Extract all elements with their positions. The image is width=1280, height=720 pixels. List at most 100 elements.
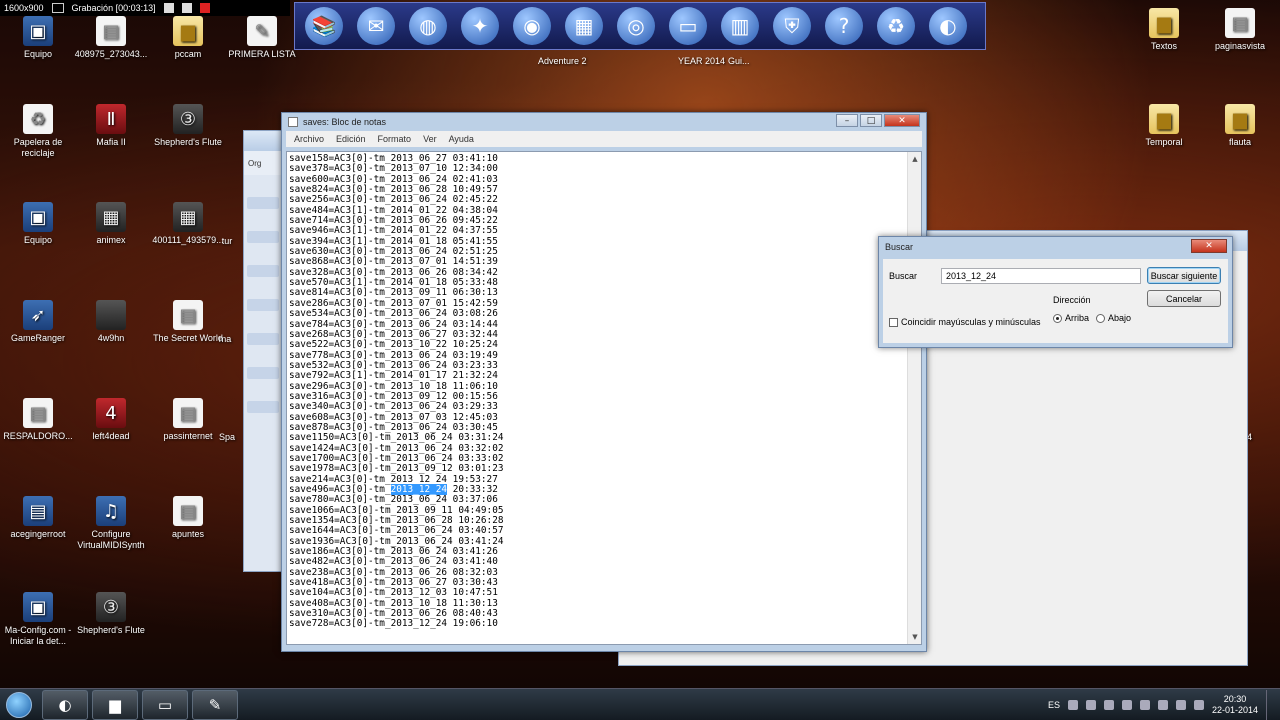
tray-icon-2[interactable] (1085, 700, 1096, 710)
help-icon[interactable]: ? (825, 7, 863, 45)
desktop-icon[interactable]: 4w9hn (73, 300, 149, 344)
taskbar-firefox-button[interactable]: ◐ (42, 689, 88, 720)
show-desktop-button[interactable] (1266, 690, 1276, 720)
speaker-icon[interactable]: ◉ (513, 7, 551, 45)
joystick-icon[interactable]: ✦ (461, 7, 499, 45)
desktop-icon[interactable]: ▤ paginasvista (1202, 8, 1278, 52)
desktop-icon[interactable]: ▆ Temporal (1126, 104, 1202, 148)
network-icon[interactable] (1139, 700, 1150, 710)
desktop-icon-image: ▤ (173, 398, 203, 428)
desktop-icon[interactable]: ▤ apuntes (150, 496, 226, 540)
clapperboard-icon[interactable]: ▦ (565, 7, 603, 45)
firefox-icon[interactable]: ◐ (929, 7, 967, 45)
desktop-icon[interactable]: ▣ Equipo (0, 202, 76, 246)
desktop-icon-image: ▆ (1225, 104, 1255, 134)
desktop-icon-image: ▤ (23, 496, 53, 526)
cancel-button[interactable]: Cancelar (1147, 290, 1221, 307)
scroll-up-icon[interactable]: ▲ (908, 152, 921, 166)
find-dialog[interactable]: Buscar ✕ Buscar 2013_12_24 Buscar siguie… (878, 236, 1233, 348)
match-case-checkbox[interactable]: Coincidir mayúsculas y minúsculas (889, 317, 1041, 327)
find-input[interactable]: 2013_12_24 (941, 268, 1141, 284)
desktop-icon[interactable]: ▦ animex (73, 202, 149, 246)
start-button[interactable] (0, 689, 38, 720)
desktop-icon-image: ▤ (1225, 8, 1255, 38)
tray-icon-6[interactable] (1193, 700, 1204, 710)
maximize-button[interactable]: □ (860, 114, 882, 127)
radio-up[interactable]: Arriba (1053, 313, 1089, 323)
find-next-button[interactable]: Buscar siguiente (1147, 267, 1221, 284)
close-button[interactable]: ✕ (884, 114, 920, 127)
desktop-icon[interactable]: ▆ flauta (1202, 104, 1278, 148)
desktop-icon[interactable]: ma (210, 334, 240, 345)
notepad-window[interactable]: saves: Bloc de notas – □ ✕ Archivo Edició… (281, 112, 927, 652)
books-icon[interactable]: 📚 (305, 7, 343, 45)
desktop-icon[interactable]: ♻ Papelera de reciclaje (0, 104, 76, 159)
radio-up-dot[interactable] (1053, 313, 1062, 323)
desktop-icon-label: Configure VirtualMIDISynth (77, 529, 145, 550)
tray-icon-1[interactable] (1067, 700, 1078, 710)
desktop-icon[interactable]: Spa (212, 432, 242, 443)
minimize-button[interactable]: – (836, 114, 858, 127)
taskbar-paint-button[interactable]: ✎ (192, 689, 238, 720)
desktop-icon[interactable]: ③ Shepherd's Flute (150, 104, 226, 148)
stop-icon[interactable] (199, 3, 210, 13)
desktop-icon[interactable]: ▣ Equipo (0, 16, 76, 60)
match-case-box[interactable] (889, 317, 898, 327)
scroll-down-icon[interactable]: ▼ (908, 630, 921, 644)
desktop-icon-label: RESPALDORO... (3, 431, 73, 441)
computer-icon[interactable]: ▭ (669, 7, 707, 45)
explorer-window[interactable]: Org (243, 130, 283, 572)
radio-down[interactable]: Abajo (1096, 313, 1131, 323)
camera-icon[interactable] (163, 3, 174, 13)
desktop-icon[interactable]: ③ Shepherd's Flute (73, 592, 149, 636)
desktop-icon[interactable]: tur (212, 236, 242, 247)
desktop-icon[interactable]: 4 left4dead (73, 398, 149, 442)
find-dialog-titlebar[interactable]: Buscar (879, 237, 1232, 257)
disc-icon[interactable]: ◎ (617, 7, 655, 45)
taskbar-window-button[interactable]: ▭ (142, 689, 188, 720)
desktop-icon[interactable]: ▤ 408975_273043... (73, 16, 149, 60)
notepad-titlebar[interactable]: saves: Bloc de notas (282, 113, 926, 131)
radio-down-label: Abajo (1108, 313, 1132, 323)
desktop-icon[interactable]: ➶ GameRanger (0, 300, 76, 344)
globe-icon[interactable]: ◍ (409, 7, 447, 45)
search-highlight: 2013_12_24 (390, 484, 448, 495)
desktop-icon[interactable]: ♫ Configure VirtualMIDISynth (73, 496, 149, 551)
trash-icon[interactable]: ▥ (721, 7, 759, 45)
menu-item-archivo[interactable]: Archivo (294, 134, 324, 144)
desktop-icon[interactable]: ▤ RESPALDORO... (0, 398, 76, 442)
clock[interactable]: 20:30 22-01-2014 (1212, 694, 1258, 716)
tray-icon-3[interactable] (1121, 700, 1132, 710)
desktop-icon-image: ▣ (23, 202, 53, 232)
desktop-icon[interactable]: ▣ Ma-Config.com - Iniciar la det... (0, 592, 76, 647)
taskbar-folder-button[interactable]: ▆ (92, 689, 138, 720)
desktop-icon[interactable]: Ⅱ Mafia II (73, 104, 149, 148)
explorer-organize[interactable]: Org (244, 151, 282, 175)
volume-icon[interactable] (1103, 700, 1114, 710)
desktop-icon[interactable]: ▤ acegingerroot (0, 496, 76, 540)
tray-icon-5[interactable] (1175, 700, 1186, 710)
menu-item-ayuda[interactable]: Ayuda (449, 134, 474, 144)
language-indicator[interactable]: ES (1048, 700, 1060, 710)
notepad-text-area[interactable]: save158=AC3[0]-tm_2013_06_27 03:41:10 sav… (286, 151, 922, 645)
menu-item-edición[interactable]: Edición (336, 134, 366, 144)
desktop-icon[interactable]: ✎ PRIMERA LISTA (224, 16, 300, 60)
shield-icon[interactable]: ⛨ (773, 7, 811, 45)
menu-item-formato[interactable]: Formato (378, 134, 412, 144)
tray-icon-4[interactable] (1157, 700, 1168, 710)
notepad-icon (288, 117, 298, 127)
window-icon: ▭ (157, 695, 173, 714)
menu-item-ver[interactable]: Ver (423, 134, 437, 144)
desktop-icon[interactable]: ▆ Textos (1126, 8, 1202, 52)
radio-down-dot[interactable] (1096, 313, 1105, 323)
mail-icon[interactable]: ✉ (357, 7, 395, 45)
recycle-bin-icon[interactable]: ♻ (877, 7, 915, 45)
desktop-icon[interactable]: ▆ pccam (150, 16, 226, 60)
clock-time: 20:30 (1223, 694, 1247, 704)
desktop-icon-image: ▆ (1149, 104, 1179, 134)
folder-icon: ▆ (109, 695, 121, 714)
notepad-scrollbar[interactable]: ▲ ▼ (907, 152, 921, 644)
notepad-lines: save158=AC3[0]-tm_2013_06_27 03:41:10 sav… (287, 152, 921, 630)
find-close-button[interactable]: ✕ (1191, 239, 1227, 253)
pause-icon[interactable] (181, 3, 192, 13)
